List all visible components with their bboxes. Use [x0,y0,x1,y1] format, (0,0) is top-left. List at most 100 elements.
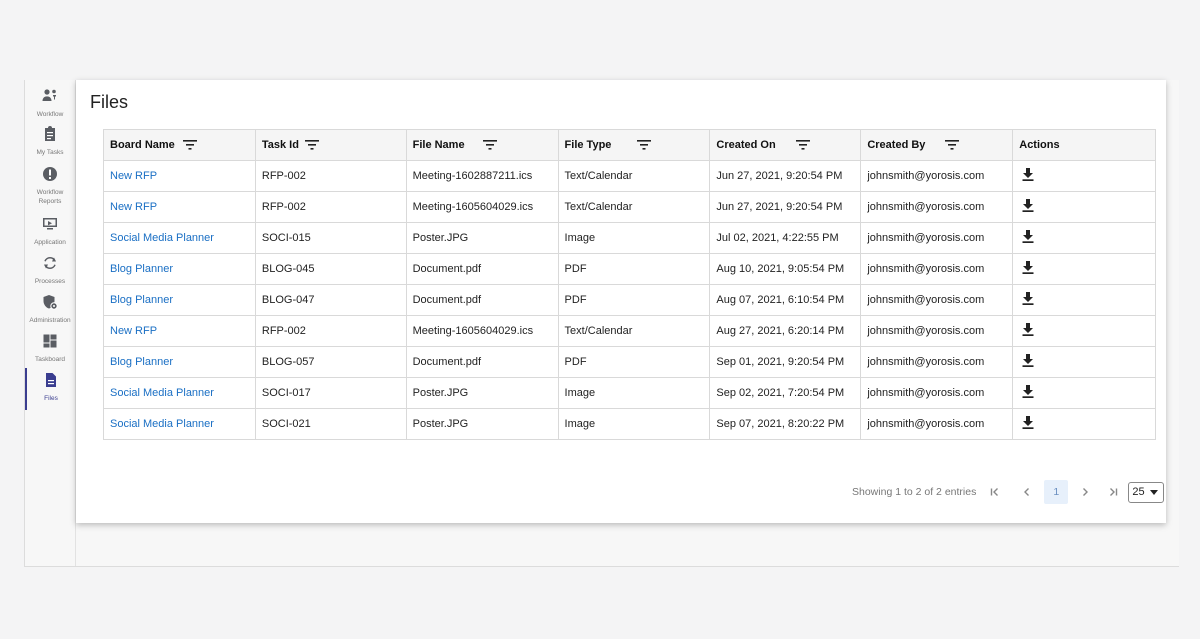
table-body: New RFP RFP-002 Meeting-1602887211.ics Text… [103,160,1156,440]
cell-file: Poster.JPG [405,377,559,409]
sidebar-item-application[interactable]: Application [25,216,75,252]
download-icon[interactable] [1022,168,1034,181]
workflow-icon [42,88,58,109]
cell-board: Social Media Planner [103,222,256,254]
cell-type: PDF [557,346,711,378]
filter-icon[interactable] [637,140,652,150]
cell-board: Social Media Planner [103,408,256,440]
next-page-button[interactable] [1072,480,1098,504]
table-row: Blog Planner BLOG-047 Document.pdf PDF Aug 0… [103,284,1156,316]
board-name-link[interactable]: Social Media Planner [110,232,214,244]
cell-type: Text/Calendar [557,315,711,347]
cell-actions [1012,377,1156,409]
cell-text: johnsmith@yorosis.com [867,232,985,244]
filter-icon[interactable] [795,140,810,150]
previous-page-button[interactable] [1014,480,1040,504]
column-header-inner: File Type [565,139,704,151]
board-name-link[interactable]: Social Media Planner [110,418,214,430]
download-icon[interactable] [1022,354,1034,367]
dashboard-icon [42,333,58,354]
sidebar-item-my-tasks[interactable]: My Tasks [25,126,75,162]
download-icon[interactable] [1022,230,1034,243]
filter-icon[interactable] [304,140,319,150]
cell-text: johnsmith@yorosis.com [867,294,985,306]
cell-text: RFP-002 [261,201,306,213]
cell-created-by: johnsmith@yorosis.com [860,191,1014,223]
column-header[interactable]: Created On [709,129,862,161]
board-name-link[interactable]: New RFP [110,201,157,213]
column-header[interactable]: Board Name [103,129,256,161]
column-header: Actions [1012,129,1156,161]
column-header[interactable]: Created By [860,129,1014,161]
board-name-link[interactable]: Social Media Planner [110,387,214,399]
filter-icon[interactable] [945,140,960,150]
cell-text: johnsmith@yorosis.com [867,263,985,275]
sidebar-item-taskboard[interactable]: Taskboard [25,333,75,369]
cell-task: RFP-002 [254,191,407,223]
column-header[interactable]: File Type [557,129,711,161]
board-name-link[interactable]: Blog Planner [110,263,173,275]
cell-created-on: Sep 07, 2021, 8:20:22 PM [709,408,862,440]
cell-text: SOCI-017 [261,387,311,399]
cell-board: Blog Planner [103,284,256,316]
cell-text: Jul 02, 2021, 4:22:55 PM [716,232,839,244]
sidebar-item-administration[interactable]: Administration [25,294,75,330]
cell-created-by: johnsmith@yorosis.com [860,253,1014,285]
cell-created-on: Sep 01, 2021, 9:20:54 PM [709,346,862,378]
board-name-link[interactable]: Blog Planner [110,294,173,306]
download-icon[interactable] [1022,385,1034,398]
cell-text: johnsmith@yorosis.com [867,356,985,368]
column-header-inner: Created On [716,139,854,151]
table-row: Social Media Planner SOCI-017 Poster.JPG Im… [103,377,1156,409]
cell-text: johnsmith@yorosis.com [867,387,985,399]
cell-text: Jun 27, 2021, 9:20:54 PM [716,170,843,182]
board-name-link[interactable]: New RFP [110,325,157,337]
cell-text: RFP-002 [261,325,306,337]
column-header-label: Task Id [261,139,299,151]
cell-text: RFP-002 [261,170,306,182]
cell-created-by: johnsmith@yorosis.com [860,160,1014,192]
column-header-label: Created On [716,139,776,151]
cell-board: Blog Planner [103,346,256,378]
cell-text: Aug 27, 2021, 6:20:14 PM [716,325,845,337]
filter-icon[interactable] [182,140,197,150]
download-icon[interactable] [1022,199,1034,212]
sidebar-item-files[interactable]: Files [25,368,75,410]
column-header[interactable]: File Name [405,129,559,161]
sidebar-item-workflow[interactable]: Workflow [25,88,75,124]
board-name-link[interactable]: Blog Planner [110,356,173,368]
last-page-button[interactable] [1100,480,1126,504]
download-icon[interactable] [1022,416,1034,429]
sidebar-item-label: Workflow [36,111,64,118]
table-row: Blog Planner BLOG-057 Document.pdf PDF Sep 0… [103,346,1156,378]
download-icon[interactable] [1022,292,1034,305]
board-name-link[interactable]: New RFP [110,170,157,182]
cell-file: Meeting-1605604029.ics [405,191,559,223]
cell-text: Jun 27, 2021, 9:20:54 PM [716,201,843,213]
filter-icon[interactable] [482,140,497,150]
page-size-select[interactable]: 25 [1128,481,1165,503]
sidebar-item-processes[interactable]: Processes [25,255,75,291]
cell-text: Document.pdf [412,294,482,306]
cell-text: Text/Calendar [564,170,633,182]
admin-gear-icon [42,294,58,315]
cell-text: PDF [564,294,587,306]
column-header[interactable]: Task Id [254,129,407,161]
page-number-button[interactable]: 1 [1044,480,1069,504]
download-icon[interactable] [1022,261,1034,274]
sidebar-item-label: Workflow Reports [36,189,64,205]
cell-created-by: johnsmith@yorosis.com [860,284,1014,316]
sidebar-item-label: Application [34,239,66,246]
page-title: Files [90,92,129,112]
cell-type: Image [557,377,711,409]
sidebar: Workflow My Tasks Workflow Reports Appli… [25,80,76,566]
table-header-row: Board Name Task Id File Name File Type Creat… [103,129,1156,161]
cell-board: New RFP [103,160,256,192]
sidebar-item-workflow-reports[interactable]: Workflow Reports [25,166,75,212]
column-header-label: File Type [564,139,612,151]
download-icon[interactable] [1022,323,1034,336]
table-row: New RFP RFP-002 Meeting-1605604029.ics Text… [103,191,1156,223]
cell-text: BLOG-045 [261,263,315,275]
cell-actions [1012,160,1156,192]
first-page-button[interactable] [982,480,1008,504]
